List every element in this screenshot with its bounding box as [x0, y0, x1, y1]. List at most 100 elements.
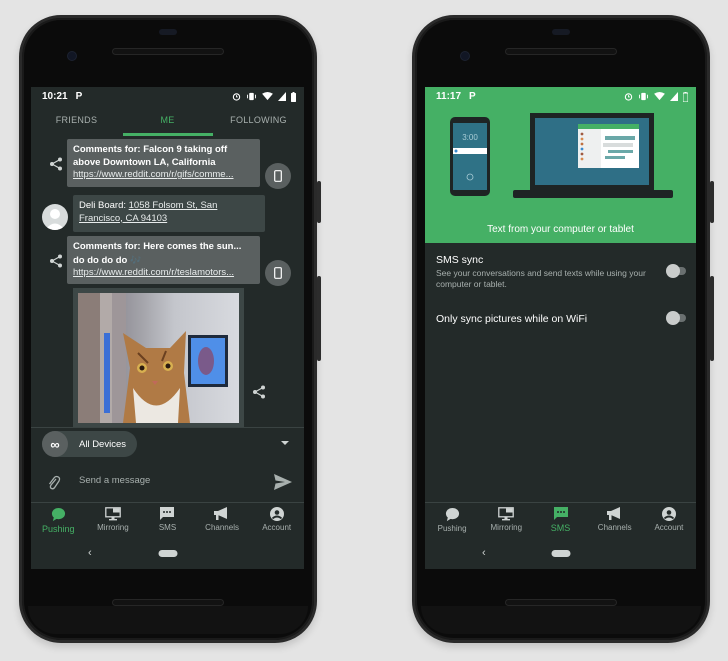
compose-bar [31, 466, 304, 502]
account-icon [661, 507, 676, 521]
share-icon[interactable] [49, 254, 63, 268]
wifi-icon [654, 92, 665, 101]
illustration-clock: 3:00 [462, 133, 478, 142]
monitor-icon [105, 507, 121, 521]
volume-button [710, 276, 714, 361]
message-input[interactable] [79, 475, 259, 486]
sms-sync-screen: 11:17 P 3:00 Text from your computer or … [425, 87, 696, 569]
tab-friends[interactable]: FRIENDS [31, 106, 122, 136]
pushbullet-notification-icon: P [469, 91, 476, 102]
sms-icon [553, 507, 568, 520]
push-bubble[interactable]: Comments for: Falcon 9 taking off above … [67, 139, 260, 187]
back-button[interactable]: ‹ [482, 547, 486, 559]
nav-label: SMS [550, 523, 571, 533]
signal-icon [670, 92, 678, 101]
top-speaker [505, 48, 617, 55]
nav-label: Pushing [437, 524, 467, 533]
wifi-only-pictures-toggle[interactable] [666, 311, 688, 325]
nav-account[interactable]: Account [642, 503, 696, 540]
phone-device-icon [274, 267, 282, 279]
push-bubble-received[interactable]: Deli Board: 1058 Folsom St, San Francisc… [73, 195, 265, 232]
toggle-thumb [666, 311, 680, 325]
nav-mirroring[interactable]: Mirroring [86, 503, 141, 540]
nav-label: Channels [597, 523, 632, 532]
vibrate-icon [247, 92, 256, 101]
phone-device-icon [274, 170, 282, 182]
device-selector-row: ∞ All Devices [31, 428, 304, 466]
nav-mirroring[interactable]: Mirroring [479, 503, 533, 540]
battery-icon [291, 91, 296, 102]
nav-label: SMS [158, 523, 177, 532]
system-navigation: ‹ [31, 540, 304, 569]
bottom-speaker [505, 599, 617, 606]
push-bubble[interactable]: Comments for: Here comes the sun... do d… [67, 236, 260, 284]
setting-title: Only sync pictures while on WiFi [436, 313, 588, 325]
pushbullet-notification-icon: P [75, 91, 83, 102]
bottom-navigation: Pushing Mirroring SMS Channels Account [425, 502, 696, 540]
megaphone-icon [214, 507, 228, 520]
wifi-icon [262, 92, 273, 101]
sms-sync-hero: 3:00 Text from your computer or tablet [425, 106, 696, 243]
setting-wifi-only-pictures[interactable]: Only sync pictures while on WiFi [436, 313, 685, 325]
home-button[interactable] [158, 550, 177, 557]
back-button[interactable]: ‹ [88, 547, 92, 559]
nav-pushing[interactable]: Pushing [31, 503, 86, 540]
nav-channels[interactable]: Channels [588, 503, 642, 540]
home-button[interactable] [551, 550, 570, 557]
signal-icon [278, 92, 286, 101]
account-icon [269, 507, 284, 521]
alarm-icon [232, 93, 241, 101]
push-link[interactable]: https://www.reddit.com/r/teslamotors... [73, 267, 234, 278]
nav-sms[interactable]: SMS [140, 503, 195, 540]
toggle-thumb [666, 264, 680, 278]
share-icon[interactable] [49, 157, 63, 171]
nav-label: Channels [205, 523, 239, 532]
source-device-badge [265, 260, 291, 286]
hero-caption: Text from your computer or tablet [487, 224, 634, 235]
nav-label: Pushing [42, 524, 75, 534]
front-camera [67, 51, 77, 61]
attach-icon[interactable] [47, 475, 61, 491]
tab-me[interactable]: ME [122, 106, 213, 136]
system-navigation: ‹ [425, 540, 696, 569]
nav-label: Mirroring [97, 523, 129, 532]
nav-account[interactable]: Account [249, 503, 304, 540]
image-push[interactable] [73, 288, 244, 427]
bottom-speaker [112, 599, 224, 606]
sensor [159, 29, 177, 35]
vibrate-icon [639, 92, 648, 101]
push-title: Comments for: Here comes the sun... do d… [73, 241, 242, 266]
push-feed[interactable]: Comments for: Falcon 9 taking off above … [31, 136, 304, 427]
music-notes-emoji: 🎶 [129, 254, 142, 265]
nav-sms[interactable]: SMS [533, 503, 587, 540]
sms-sync-toggle[interactable] [666, 264, 688, 278]
nav-label: Account [262, 523, 292, 532]
status-bar: 10:21 P [31, 87, 304, 106]
cat-photo[interactable] [78, 293, 239, 423]
place-name: Deli Board: [79, 200, 129, 211]
push-title: Comments for: Falcon 9 taking off above … [73, 144, 228, 168]
setting-description: See your conversations and send texts wh… [436, 268, 646, 289]
power-button [710, 181, 714, 223]
share-icon[interactable] [252, 385, 266, 399]
setting-sms-sync[interactable]: SMS sync See your conversations and send… [436, 254, 685, 290]
nav-label: Account [654, 523, 684, 532]
phone-right: 11:17 P 3:00 Text from your computer or … [412, 15, 714, 643]
device-selector[interactable]: ∞ All Devices [42, 431, 137, 457]
send-icon[interactable] [274, 474, 292, 490]
tab-following[interactable]: FOLLOWING [213, 106, 304, 136]
power-button [317, 181, 321, 223]
all-devices-icon: ∞ [42, 431, 68, 457]
chat-bubble-icon [445, 507, 459, 522]
person-icon [45, 209, 65, 230]
push-link[interactable]: https://www.reddit.com/r/gifs/comme... [73, 169, 234, 180]
dropdown-caret-icon[interactable] [281, 441, 289, 445]
sender-avatar[interactable] [42, 204, 68, 230]
sensor [552, 29, 570, 35]
nav-channels[interactable]: Channels [195, 503, 250, 540]
nav-pushing[interactable]: Pushing [425, 503, 479, 540]
status-time: 10:21 [42, 91, 68, 102]
cat-illustration [78, 293, 228, 423]
devices-illustration: 3:00 [450, 113, 673, 198]
alarm-icon [624, 93, 633, 101]
